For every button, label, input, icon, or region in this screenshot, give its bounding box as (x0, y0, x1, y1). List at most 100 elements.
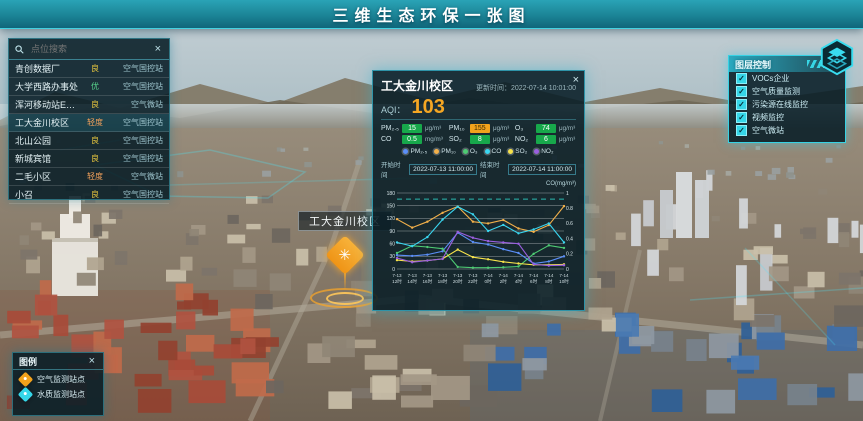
station-row[interactable]: 大学西路办事处优空气国控站 (9, 78, 169, 96)
svg-text:0: 0 (566, 267, 569, 273)
legend-color-dot (508, 149, 513, 154)
pollutant-value: 74 (536, 124, 556, 133)
station-aqi-level: 良 (83, 135, 107, 146)
legend-item: ●水质监测站点 (13, 385, 103, 400)
svg-text:7-14: 7-14 (559, 273, 569, 278)
checkbox-icon[interactable]: ✓ (736, 112, 747, 123)
station-type: 空气国控站 (111, 63, 163, 74)
popup-update-time: 更新时间：2022-07-14 10:01:00 (459, 83, 576, 93)
station-aqi-level: 良 (83, 99, 107, 110)
station-aqi-level: 优 (83, 81, 107, 92)
eco-map-app: 三维生态环保一张图 × 青创数据厂良空气国控站大学西路办事处优空气国控站浑河移动… (0, 0, 863, 421)
station-name: 小召 (15, 188, 79, 201)
layer-item[interactable]: ✓ 空气微站 (729, 124, 845, 137)
chart-legend-label: NO₂ (541, 148, 553, 155)
chart-legend-item[interactable]: SO₂ (508, 148, 527, 155)
layer-item[interactable]: ✓ 污染源在线监控 (729, 98, 845, 111)
station-row[interactable]: 浑河移动站EY011良空气微站 (9, 96, 169, 114)
diamond-marker-icon: ● (18, 387, 34, 403)
legend-color-dot (485, 149, 490, 154)
checkbox-icon[interactable]: ✓ (736, 125, 747, 136)
chart-legend: PM₂.₅ PM₁₀ O₃ CO SO₂ NO₂ (381, 148, 576, 155)
station-name: 工大金川校区 (15, 116, 79, 129)
pollutant-item: CO0.5mg/m³ (381, 135, 445, 144)
station-detail-popup: × 工大金川校区 更新时间：2022-07-14 10:01:00 AQI： 1… (372, 70, 585, 311)
station-row[interactable]: 青创数据厂良空气国控站 (9, 60, 169, 78)
layer-item-label: 污染源在线监控 (752, 99, 808, 110)
svg-text:16时: 16时 (423, 278, 433, 284)
station-list: 青创数据厂良空气国控站大学西路办事处优空气国控站浑河移动站EY011良空气微站工… (9, 60, 169, 204)
chart-legend-item[interactable]: PM₁₀ (434, 148, 456, 155)
marker-stick (344, 271, 346, 289)
chart-legend-label: O₃ (470, 148, 478, 155)
svg-text:0.6: 0.6 (566, 221, 573, 227)
station-row[interactable]: 小召良空气国控站 (9, 186, 169, 204)
layer-item-list: ✓VOCs企业✓空气质量监测✓污染源在线监控✓视频监控✓空气微站 (729, 72, 845, 137)
pollutant-value: 155 (470, 124, 490, 133)
layer-item[interactable]: ✓ 空气质量监测 (729, 85, 845, 98)
pollutant-name: PM₁₀ (449, 125, 467, 132)
pollutant-name: O₃ (515, 125, 533, 132)
layers-hexagon-icon[interactable] (818, 38, 856, 76)
popup-close-icon[interactable]: × (573, 74, 579, 86)
pollutant-value: 6 (536, 135, 556, 144)
chart-legend-item[interactable]: PM₂.₅ (403, 148, 427, 155)
chart-legend-item[interactable]: O₃ (463, 148, 478, 155)
legend-item: ●空气监测站点 (13, 370, 103, 385)
close-icon[interactable]: × (153, 44, 163, 55)
svg-text:18时: 18时 (438, 278, 448, 284)
pollutant-item: PM₁₀155μg/m³ (449, 124, 511, 133)
chart-legend-item[interactable]: NO₂ (534, 148, 553, 155)
svg-text:4时: 4时 (515, 278, 523, 284)
layer-item-label: 视频监控 (752, 112, 784, 123)
svg-text:7-13: 7-13 (453, 273, 463, 278)
checkbox-icon[interactable]: ✓ (736, 73, 747, 84)
chart-legend-item[interactable]: CO (485, 148, 502, 155)
legend-item-list: ●空气监测站点●水质监测站点 (13, 370, 103, 400)
legend-color-dot (534, 149, 539, 154)
aqi-label: AQI： (381, 103, 406, 116)
station-row[interactable]: 北山公园良空气国控站 (9, 132, 169, 150)
pollutant-value: 0.5 (402, 135, 422, 144)
checkbox-icon[interactable]: ✓ (736, 99, 747, 110)
svg-text:14时: 14时 (407, 278, 417, 284)
station-list-panel: × 青创数据厂良空气国控站大学西路办事处优空气国控站浑河移动站EY011良空气微… (8, 38, 170, 200)
pollutant-item: PM₂.₅15μg/m³ (381, 124, 445, 133)
station-search-input[interactable] (29, 43, 148, 55)
pollutant-grid: PM₂.₅15μg/m³PM₁₀155μg/m³O₃74μg/m³CO0.5mg… (381, 124, 576, 144)
pollutant-item: NO₂6μg/m³ (515, 135, 577, 144)
svg-text:0: 0 (392, 267, 395, 273)
pollutant-name: PM₂.₅ (381, 125, 399, 132)
pollutant-unit: μg/m³ (425, 125, 441, 131)
pollutant-unit: mg/m³ (425, 136, 443, 142)
station-row[interactable]: 新城宾馆良空气国控站 (9, 150, 169, 168)
chart-legend-label: PM₁₀ (441, 148, 456, 155)
station-aqi-level: 良 (83, 63, 107, 74)
layer-item-label: 空气质量监测 (752, 86, 800, 97)
svg-text:0时: 0时 (485, 278, 493, 284)
marker-glow-ring-inner (326, 292, 364, 305)
start-time-input[interactable]: 2022-07-13 11:00:00 (409, 164, 477, 175)
station-name: 二毛小区 (15, 170, 79, 183)
end-time-label: 结束时间 (480, 159, 505, 179)
pollutant-name: CO (381, 136, 399, 143)
svg-text:120: 120 (387, 216, 396, 222)
svg-text:30: 30 (389, 254, 395, 260)
svg-text:0.8: 0.8 (566, 206, 573, 212)
station-row[interactable]: 工大金川校区轻度空气国控站 (9, 114, 169, 132)
layer-item[interactable]: ✓ 视频监控 (729, 111, 845, 124)
pollutant-unit: μg/m³ (493, 125, 509, 131)
end-time-input[interactable]: 2022-07-14 11:00:00 (508, 164, 576, 175)
svg-text:90: 90 (389, 229, 395, 235)
checkbox-icon[interactable]: ✓ (736, 86, 747, 97)
layer-item-label: 空气微站 (752, 125, 784, 136)
station-name: 青创数据厂 (15, 62, 79, 75)
svg-text:8时: 8时 (545, 278, 553, 284)
start-time-label: 开始时间 (381, 159, 406, 179)
svg-text:22时: 22时 (468, 278, 478, 284)
legend-close-icon[interactable]: × (87, 356, 97, 367)
svg-text:7-13: 7-13 (408, 273, 418, 278)
station-type: 空气国控站 (111, 117, 163, 128)
svg-text:10时: 10时 (559, 278, 569, 284)
station-row[interactable]: 二毛小区轻度空气微站 (9, 168, 169, 186)
